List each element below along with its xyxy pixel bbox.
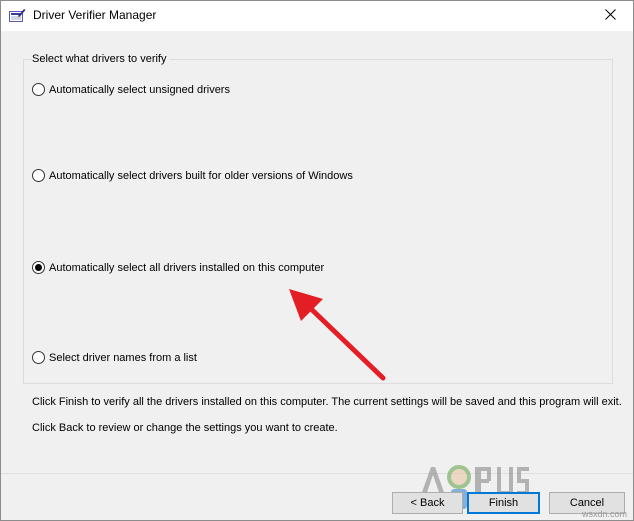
window-title: Driver Verifier Manager	[33, 8, 157, 22]
title-bar[interactable]: Driver Verifier Manager	[1, 1, 633, 31]
option-label: Automatically select drivers built for o…	[49, 169, 353, 182]
back-instructions: Click Back to review or change the setti…	[32, 422, 338, 434]
radio-selected-dot	[35, 264, 42, 271]
option-select-from-list[interactable]: Select driver names from a list	[32, 351, 197, 364]
footer-divider	[1, 473, 633, 474]
option-unsigned-drivers[interactable]: Automatically select unsigned drivers	[32, 83, 230, 96]
group-legend: Select what drivers to verify	[32, 53, 170, 65]
close-button[interactable]	[587, 1, 633, 31]
option-label: Automatically select all drivers install…	[49, 261, 325, 274]
close-icon	[604, 9, 616, 23]
radio-button-selected[interactable]	[32, 261, 45, 274]
radio-button[interactable]	[32, 169, 45, 182]
back-button[interactable]: < Back	[392, 492, 463, 514]
driver-verifier-window: Driver Verifier Manager Select what driv…	[0, 0, 634, 521]
radio-button[interactable]	[32, 351, 45, 364]
driver-verifier-app-icon	[9, 8, 26, 23]
finish-instructions: Click Finish to verify all the drivers i…	[32, 396, 622, 408]
option-all-installed-drivers[interactable]: Automatically select all drivers install…	[32, 261, 324, 274]
option-label: Automatically select unsigned drivers	[49, 83, 230, 96]
option-label: Select driver names from a list	[49, 351, 197, 364]
option-older-windows-drivers[interactable]: Automatically select drivers built for o…	[32, 169, 353, 182]
radio-button[interactable]	[32, 83, 45, 96]
finish-button[interactable]: Finish	[467, 492, 540, 514]
watermark-site-text: wsxdn.com	[581, 509, 627, 519]
red-arrow	[281, 281, 391, 386]
